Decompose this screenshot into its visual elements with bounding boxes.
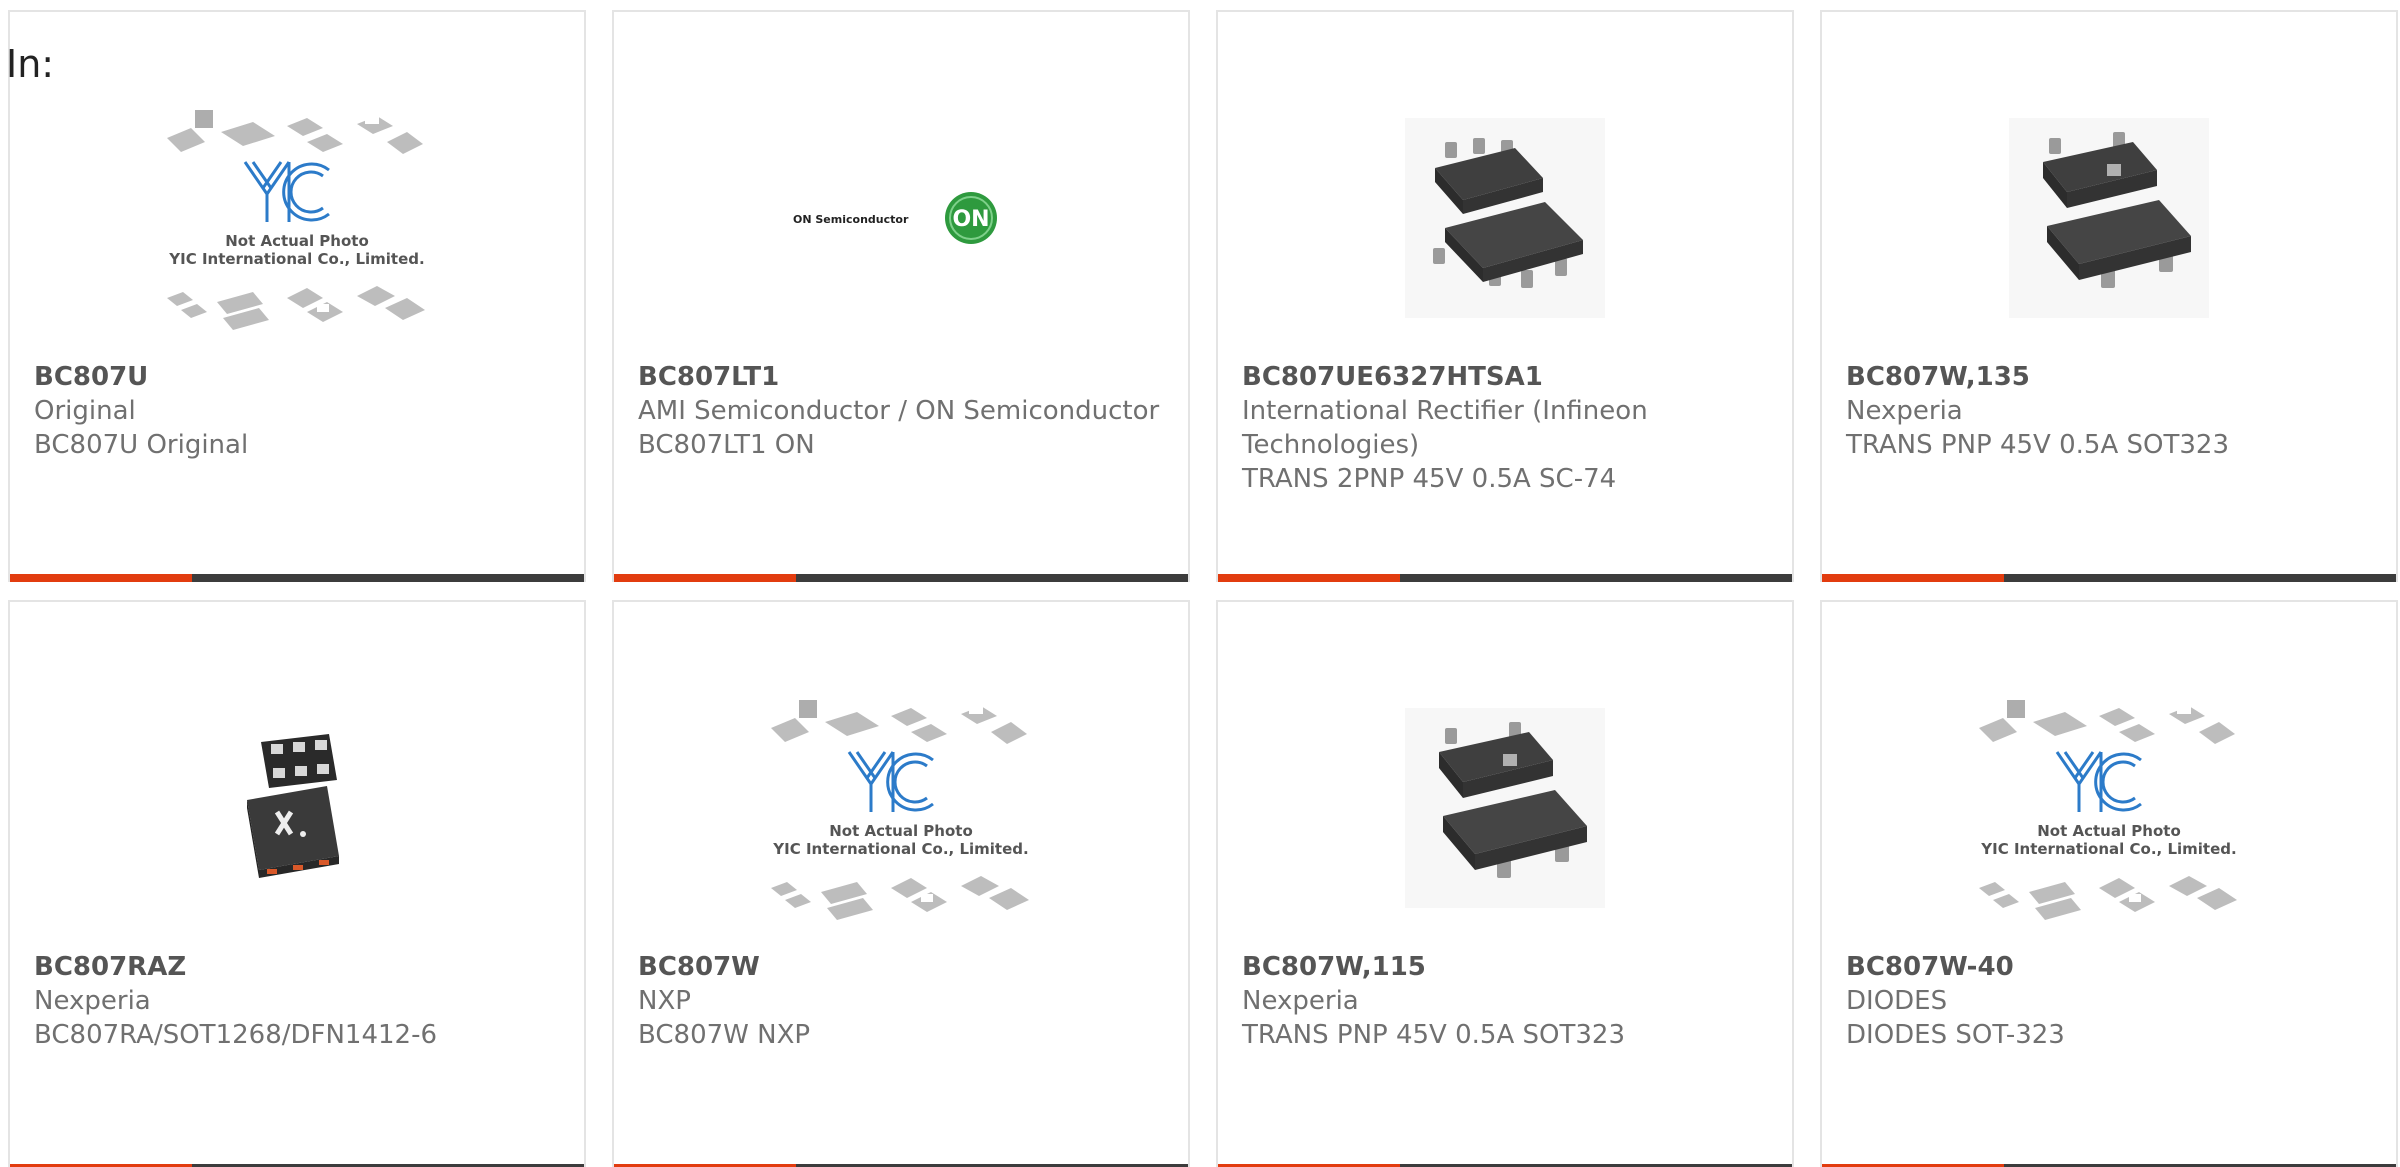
product-image[interactable]: Not Actual Photo YIC International Co., … <box>10 82 584 354</box>
svg-text:YIC International Co., Limited: YIC International Co., Limited. <box>1980 840 2236 858</box>
sc74-package-photo-icon <box>1405 118 1605 318</box>
product-image[interactable] <box>10 672 584 944</box>
sot323-package-photo-icon <box>2009 118 2209 318</box>
sot323-package-photo-icon <box>1405 708 1605 908</box>
product-part-number[interactable]: BC807RAZ <box>34 950 560 984</box>
product-manufacturer: Nexperia <box>1846 396 1963 426</box>
placeholder-logo-icon: Not Actual Photo YIC International Co., … <box>167 110 425 330</box>
product-manufacturer: Original <box>34 396 136 426</box>
svg-text:Not Actual Photo: Not Actual Photo <box>2037 822 2181 840</box>
product-part-number[interactable]: BC807U <box>34 360 560 394</box>
product-description: BC807RA/SOT1268/DFN1412-6 <box>34 1020 438 1050</box>
product-description: TRANS 2PNP 45V 0.5A SC-74 <box>1242 464 1617 494</box>
product-card[interactable]: BC807W,135 Nexperia TRANS PNP 45V 0.5A S… <box>1820 10 2398 582</box>
product-card[interactable]: BC807UE6327HTSA1 International Rectifier… <box>1216 10 1794 582</box>
filter-label: In: <box>6 42 55 86</box>
product-card[interactable]: ON Semiconductor ON BC807LT1 AMI Semicon… <box>612 10 1190 582</box>
on-semiconductor-logo-icon: ON Semiconductor ON <box>793 192 997 244</box>
product-description: BC807LT1 ON <box>638 430 815 460</box>
product-manufacturer: Nexperia <box>34 986 151 1016</box>
svg-text:YIC International Co., Limited: YIC International Co., Limited. <box>168 250 424 268</box>
product-grid-page: In: Not Actual Photo YIC International C… <box>0 0 2400 1167</box>
card-accent-bar <box>1822 574 2396 582</box>
card-accent-bar <box>10 574 584 582</box>
product-description: TRANS PNP 45V 0.5A SOT323 <box>1242 1020 1625 1050</box>
product-manufacturer: DIODES <box>1846 986 1948 1016</box>
svg-text:YIC International Co., Limited: YIC International Co., Limited. <box>772 840 1028 858</box>
product-card[interactable]: BC807W,115 Nexperia TRANS PNP 45V 0.5A S… <box>1216 600 1794 1167</box>
product-card[interactable]: Not Actual Photo YIC International Co., … <box>8 10 586 582</box>
product-image[interactable]: Not Actual Photo YIC International Co., … <box>614 672 1188 944</box>
product-part-number[interactable]: BC807W,115 <box>1242 950 1768 984</box>
product-card[interactable]: Not Actual Photo YIC International Co., … <box>1820 600 2398 1167</box>
product-description: DIODES SOT-323 <box>1846 1020 2065 1050</box>
product-description: BC807W NXP <box>638 1020 811 1050</box>
product-part-number[interactable]: BC807LT1 <box>638 360 1164 394</box>
svg-text:Not Actual Photo: Not Actual Photo <box>225 232 369 250</box>
product-image[interactable] <box>1218 672 1792 944</box>
product-card[interactable]: Not Actual Photo YIC International Co., … <box>612 600 1190 1167</box>
svg-text:ON Semiconductor: ON Semiconductor <box>793 213 909 226</box>
placeholder-logo-icon: Not Actual Photo YIC International Co., … <box>1979 700 2237 920</box>
product-image[interactable] <box>1218 82 1792 354</box>
product-manufacturer: NXP <box>638 986 691 1016</box>
product-description: BC807U Original <box>34 430 249 460</box>
product-manufacturer: Nexperia <box>1242 986 1359 1016</box>
svg-text:Not Actual Photo: Not Actual Photo <box>829 822 973 840</box>
product-manufacturer: AMI Semiconductor / ON Semiconductor <box>638 396 1160 426</box>
product-description: TRANS PNP 45V 0.5A SOT323 <box>1846 430 2229 460</box>
product-manufacturer: International Rectifier (Infineon Techno… <box>1242 396 1648 460</box>
product-image[interactable] <box>1822 82 2396 354</box>
card-accent-bar <box>614 574 1188 582</box>
product-image[interactable]: ON Semiconductor ON <box>614 82 1188 354</box>
card-accent-bar <box>1218 574 1792 582</box>
product-image[interactable]: Not Actual Photo YIC International Co., … <box>1822 672 2396 944</box>
product-part-number[interactable]: BC807W-40 <box>1846 950 2372 984</box>
placeholder-logo-icon: Not Actual Photo YIC International Co., … <box>771 700 1029 920</box>
svg-text:ON: ON <box>952 207 989 232</box>
product-part-number[interactable]: BC807UE6327HTSA1 <box>1242 360 1768 394</box>
product-part-number[interactable]: BC807W <box>638 950 1164 984</box>
product-part-number[interactable]: BC807W,135 <box>1846 360 2372 394</box>
product-card[interactable]: BC807RAZ Nexperia BC807RA/SOT1268/DFN141… <box>8 600 586 1167</box>
dfn-package-photo-icon <box>247 734 339 878</box>
